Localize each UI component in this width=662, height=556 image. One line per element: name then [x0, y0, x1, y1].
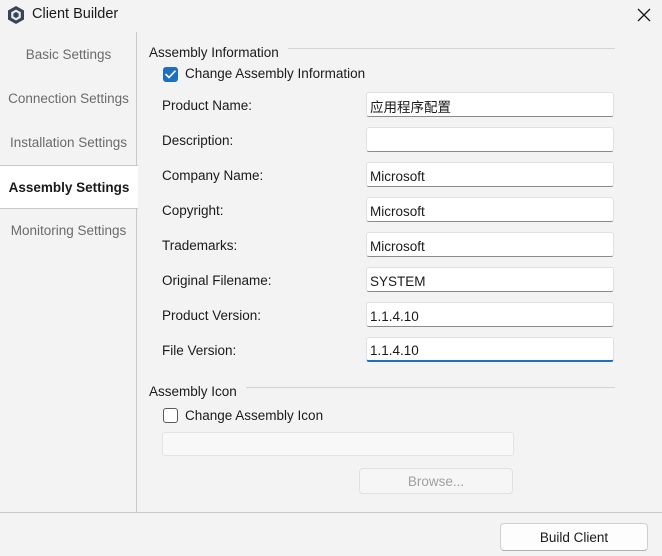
- original-filename-input[interactable]: [366, 267, 614, 292]
- assembly-information-group-title: Assembly Information: [149, 45, 279, 60]
- assembly-settings-panel: Assembly Information Change Assembly Inf…: [138, 32, 662, 512]
- close-button[interactable]: [626, 0, 662, 30]
- change-assembly-icon-checkbox[interactable]: [163, 408, 178, 423]
- browse-button-label: Browse...: [407, 473, 465, 489]
- product-name-input[interactable]: [366, 92, 614, 117]
- change-assembly-information-label[interactable]: Change Assembly Information: [185, 66, 365, 81]
- footer-bar: Build Client: [0, 512, 662, 556]
- product-name-label: Product Name:: [162, 98, 253, 113]
- sidebar-item-label: Installation Settings: [9, 134, 128, 150]
- sidebar-item-connection-settings[interactable]: Connection Settings: [0, 76, 137, 120]
- description-input[interactable]: [366, 127, 614, 152]
- title-bar: Client Builder: [0, 0, 662, 30]
- build-client-button-label: Build Client: [539, 529, 609, 545]
- window-title: Client Builder: [32, 6, 119, 22]
- icon-path-field: [162, 432, 514, 456]
- product-version-input[interactable]: [366, 302, 614, 327]
- copyright-label: Copyright:: [162, 203, 224, 218]
- group-divider: [246, 387, 615, 388]
- original-filename-label: Original Filename:: [162, 273, 272, 288]
- file-version-label: File Version:: [162, 343, 237, 358]
- file-version-input[interactable]: [366, 337, 614, 362]
- trademarks-label: Trademarks:: [162, 238, 238, 253]
- sidebar-item-assembly-settings[interactable]: Assembly Settings: [0, 165, 138, 209]
- checkmark-icon: [165, 70, 176, 79]
- company-name-label: Company Name:: [162, 168, 264, 183]
- sidebar-item-basic-settings[interactable]: Basic Settings: [0, 32, 137, 76]
- browse-button[interactable]: Browse...: [359, 468, 513, 494]
- sidebar-item-label: Basic Settings: [25, 46, 112, 62]
- change-assembly-icon-label[interactable]: Change Assembly Icon: [185, 408, 323, 423]
- close-icon: [637, 8, 651, 22]
- settings-sidebar: Basic Settings Connection Settings Insta…: [0, 32, 138, 512]
- sidebar-item-label: Monitoring Settings: [10, 222, 127, 238]
- copyright-input[interactable]: [366, 197, 614, 222]
- description-label: Description:: [162, 133, 234, 148]
- assembly-icon-group-title: Assembly Icon: [149, 384, 237, 399]
- group-divider: [288, 48, 615, 49]
- sidebar-item-installation-settings[interactable]: Installation Settings: [0, 120, 137, 164]
- sidebar-item-monitoring-settings[interactable]: Monitoring Settings: [0, 208, 137, 252]
- company-name-input[interactable]: [366, 162, 614, 187]
- sidebar-item-label: Assembly Settings: [8, 179, 130, 195]
- build-client-button[interactable]: Build Client: [500, 523, 648, 551]
- change-assembly-information-checkbox[interactable]: [163, 67, 178, 82]
- app-logo-icon: [6, 5, 26, 25]
- product-version-label: Product Version:: [162, 308, 262, 323]
- trademarks-input[interactable]: [366, 232, 614, 257]
- sidebar-item-label: Connection Settings: [8, 90, 129, 106]
